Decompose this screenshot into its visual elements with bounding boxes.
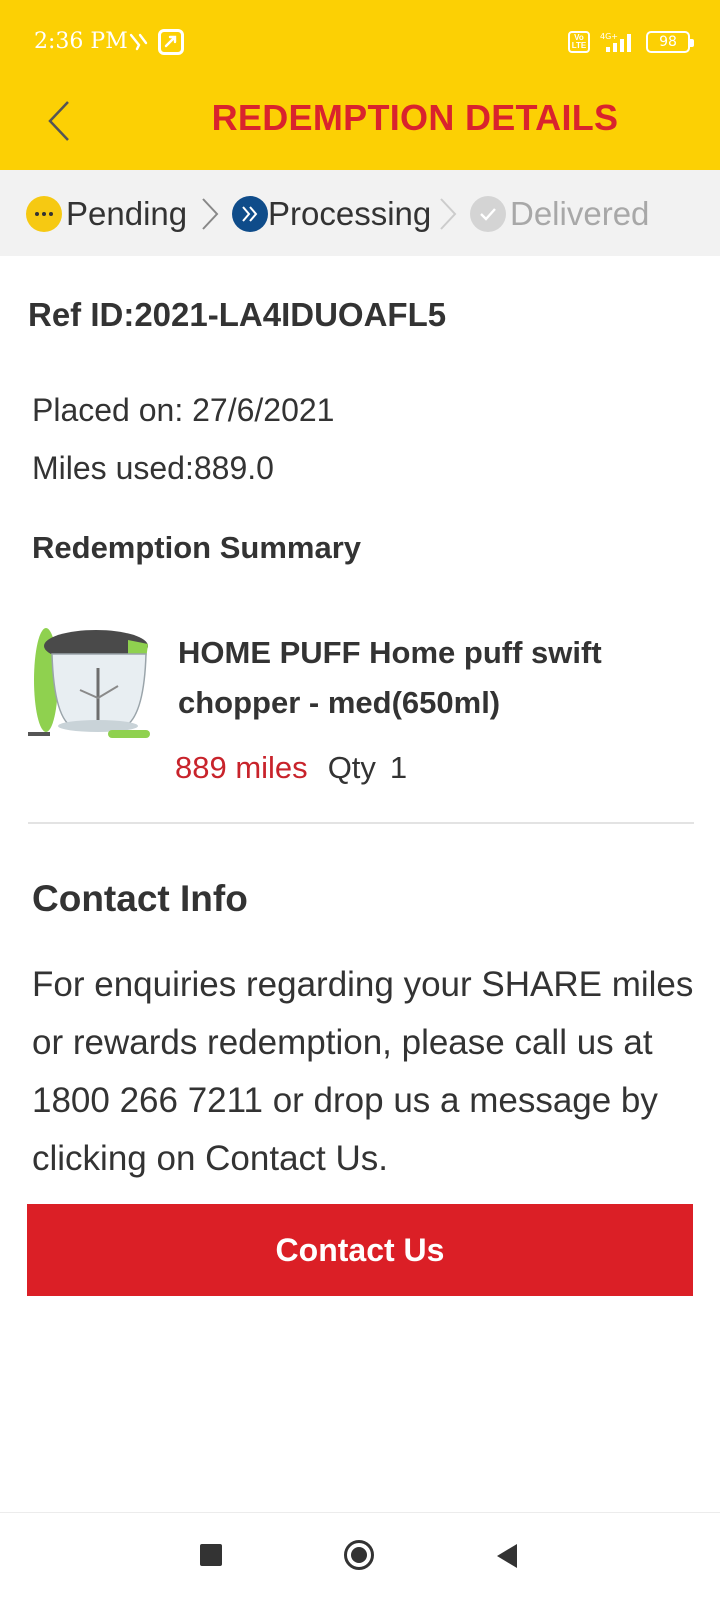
- signal-icon: 4G+: [600, 32, 631, 52]
- step-label-processing: Processing: [268, 195, 432, 232]
- chevron-right-icon: [202, 198, 219, 230]
- double-chevron-icon: [232, 196, 268, 232]
- battery-level: 98: [659, 34, 677, 50]
- step-processing: Processing: [232, 194, 431, 234]
- product-image: [28, 620, 154, 752]
- home-icon[interactable]: [343, 1539, 375, 1571]
- product-meta: 889 miles Qty 1: [175, 750, 407, 786]
- contact-info-title: Contact Info: [32, 878, 248, 919]
- miles-used: Miles used:889.0: [32, 450, 274, 486]
- redemption-summary-title: Redemption Summary: [32, 530, 362, 565]
- chevron-left-icon: [48, 101, 69, 141]
- dots-icon: [26, 196, 62, 232]
- check-icon: [470, 196, 506, 232]
- quantity-value: 1: [389, 750, 408, 785]
- app-notification-icon: [158, 29, 184, 55]
- step-label-pending: Pending: [66, 195, 188, 232]
- battery-icon: 98: [646, 31, 694, 53]
- recent-apps-icon[interactable]: [200, 1544, 222, 1566]
- nav-back-icon[interactable]: [495, 1543, 519, 1569]
- section-divider: [28, 822, 694, 824]
- placed-on-date: Placed on: 27/6/2021: [32, 392, 335, 428]
- status-bar: 2:36 PM Vo LTE 4G+ 98: [0, 0, 720, 86]
- reference-id: Ref ID:2021-LA4IDUOAFL5: [28, 296, 447, 333]
- order-status-tracker: Pending Processing Delivered: [0, 170, 720, 256]
- chevron-right-icon: [440, 198, 457, 230]
- product-miles: 889 miles: [175, 750, 308, 785]
- quantity-label: Qty: [327, 750, 376, 785]
- step-label-delivered: Delivered: [510, 195, 650, 232]
- nfc-icon: [129, 33, 148, 51]
- app-header: 2:36 PM Vo LTE 4G+ 98 REDEMPTION DETAILS: [0, 0, 720, 170]
- svg-text:4G+: 4G+: [600, 32, 618, 41]
- status-time: 2:36 PM: [34, 29, 128, 54]
- page-title: REDEMPTION DETAILS: [211, 97, 619, 138]
- contact-us-button[interactable]: Contact Us: [27, 1204, 693, 1296]
- step-pending: Pending: [26, 194, 187, 234]
- step-delivered: Delivered: [470, 194, 649, 234]
- contact-info-text: For enquiries regarding your SHARE miles…: [32, 965, 694, 1178]
- volte-icon: Vo LTE: [568, 31, 590, 53]
- status-indicators: Vo LTE 4G+ 98: [568, 28, 694, 56]
- back-button[interactable]: [40, 96, 80, 146]
- product-name: HOME PUFF Home puff swift chopper - med(…: [178, 635, 602, 720]
